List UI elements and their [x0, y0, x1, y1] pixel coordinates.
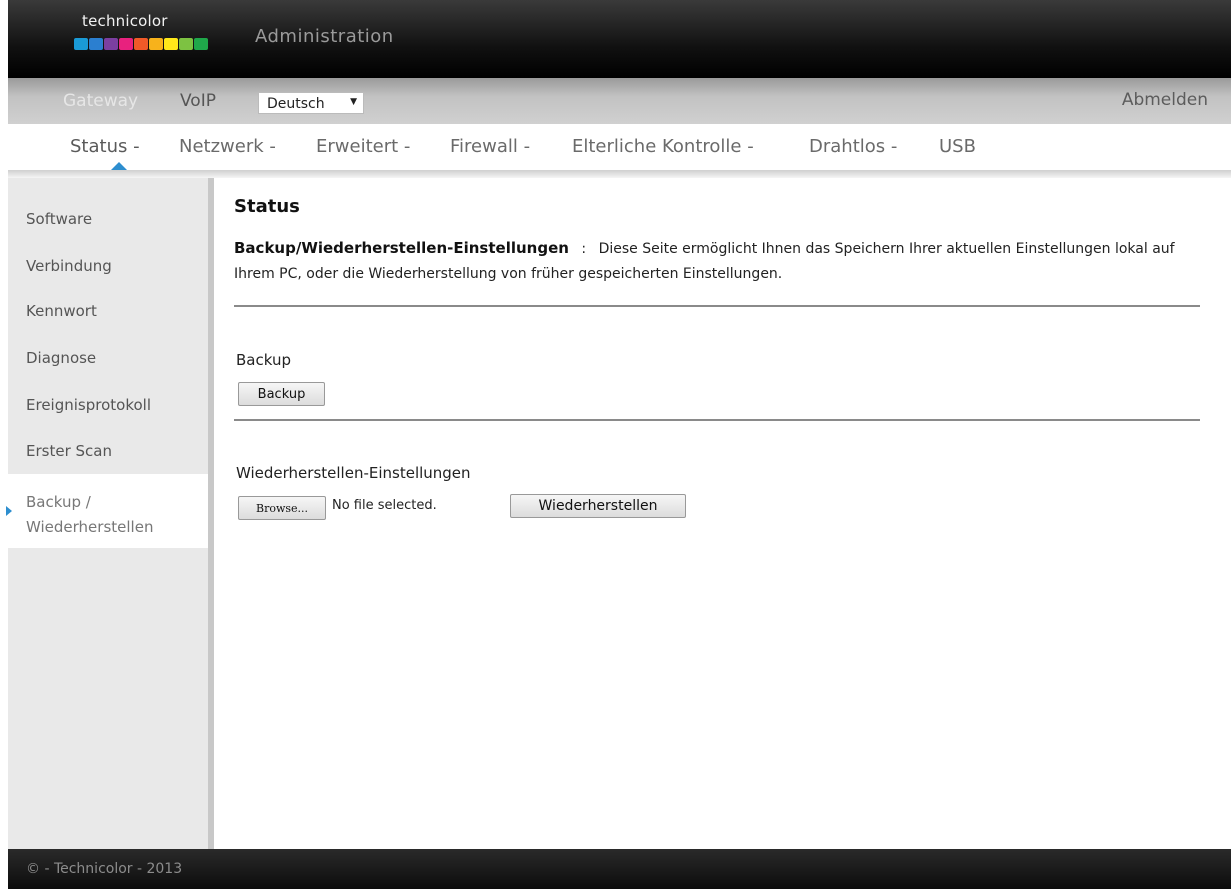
page-title: Status	[234, 196, 300, 217]
gateway-link[interactable]: Gateway	[63, 91, 138, 111]
divider	[234, 419, 1200, 421]
nav-shadow	[8, 170, 1231, 178]
nav-usb[interactable]: USB	[939, 136, 976, 157]
sidebar-item-backup-line1: Backup /	[26, 493, 91, 511]
sidebar-item-backup-label: Backup / Wiederherstellen	[26, 490, 196, 540]
file-status: No file selected.	[332, 498, 437, 513]
backup-label: Backup	[236, 351, 291, 369]
logo-color-block	[74, 38, 88, 50]
sidebar-item-erster-scan[interactable]: Erster Scan	[26, 442, 112, 460]
logo-color-block	[164, 38, 178, 50]
backup-button[interactable]: Backup	[238, 382, 325, 406]
app-header: technicolor Administration	[8, 0, 1231, 78]
voip-link[interactable]: VoIP	[180, 91, 216, 111]
restore-button[interactable]: Wiederherstellen	[510, 494, 686, 518]
footer: © - Technicolor - 2013	[8, 849, 1231, 889]
nav-elterliche-kontrolle[interactable]: Elterliche Kontrolle -	[572, 136, 754, 157]
logo-color-block	[134, 38, 148, 50]
page-description: Backup/Wiederherstellen-Einstellungen : …	[234, 236, 1204, 287]
description-separator: :	[581, 241, 587, 257]
chevron-down-icon: ▼	[350, 97, 357, 107]
sidebar-item-diagnose[interactable]: Diagnose	[26, 349, 96, 367]
language-select-value: Deutsch	[267, 96, 325, 112]
footer-copyright: © - Technicolor - 2013	[26, 861, 183, 877]
nav-status[interactable]: Status -	[70, 136, 140, 157]
main-content: Status Backup/Wiederherstellen-Einstellu…	[214, 178, 1231, 849]
logo-color-block	[194, 38, 208, 50]
sidebar-item-software[interactable]: Software	[26, 210, 92, 228]
description-heading: Backup/Wiederherstellen-Einstellungen	[234, 239, 569, 257]
sidebar-item-backup-line2: Wiederherstellen	[26, 518, 154, 536]
restore-label: Wiederherstellen-Einstellungen	[236, 464, 471, 482]
logo-color-bar	[74, 38, 208, 50]
nav-erweitert[interactable]: Erweitert -	[316, 136, 410, 157]
sidebar-item-ereignisprotokoll[interactable]: Ereignisprotokoll	[26, 396, 151, 414]
technicolor-logo: technicolor	[74, 12, 208, 60]
nav-firewall[interactable]: Firewall -	[450, 136, 530, 157]
sidebar: Software Verbindung Kennwort Diagnose Er…	[6, 178, 214, 849]
logo-color-block	[149, 38, 163, 50]
logo-color-block	[89, 38, 103, 50]
logo-color-block	[179, 38, 193, 50]
browse-button[interactable]: Browse...	[238, 496, 326, 520]
logo-color-block	[119, 38, 133, 50]
app-title: Administration	[255, 26, 394, 47]
nav-netzwerk[interactable]: Netzwerk -	[179, 136, 276, 157]
divider	[234, 305, 1200, 307]
sidebar-item-kennwort[interactable]: Kennwort	[26, 302, 97, 320]
top-bar: Gateway VoIP Deutsch ▼ Abmelden	[8, 78, 1231, 124]
nav-drahtlos[interactable]: Drahtlos -	[809, 136, 897, 157]
logout-link[interactable]: Abmelden	[1122, 90, 1208, 110]
logo-text: technicolor	[82, 12, 168, 30]
main-nav: Status - Netzwerk - Erweitert - Firewall…	[8, 124, 1231, 171]
logo-color-block	[104, 38, 118, 50]
language-select[interactable]: Deutsch ▼	[258, 92, 364, 114]
sidebar-item-verbindung[interactable]: Verbindung	[26, 257, 112, 275]
active-item-arrow-icon	[6, 506, 12, 516]
